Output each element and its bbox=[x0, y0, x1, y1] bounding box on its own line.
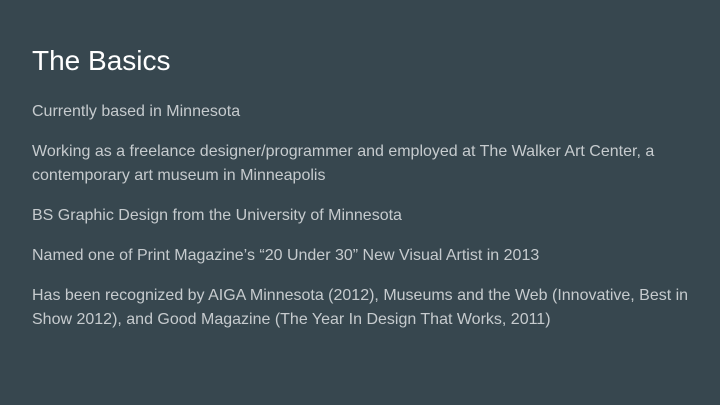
list-item: Named one of Print Magazine’s “20 Under … bbox=[32, 247, 540, 264]
list-item: Has been recognized by AIGA Minnesota (2… bbox=[32, 287, 689, 328]
slide-body-list: Currently based in Minnesota Working as … bbox=[32, 100, 692, 348]
slide-title: The Basics bbox=[32, 45, 171, 76]
slide: The Basics Currently based in Minnesota … bbox=[0, 0, 720, 405]
list-item: Currently based in Minnesota bbox=[32, 103, 241, 120]
list-item: Working as a freelance designer/programm… bbox=[32, 143, 655, 184]
list-item: BS Graphic Design from the University of… bbox=[32, 207, 402, 224]
